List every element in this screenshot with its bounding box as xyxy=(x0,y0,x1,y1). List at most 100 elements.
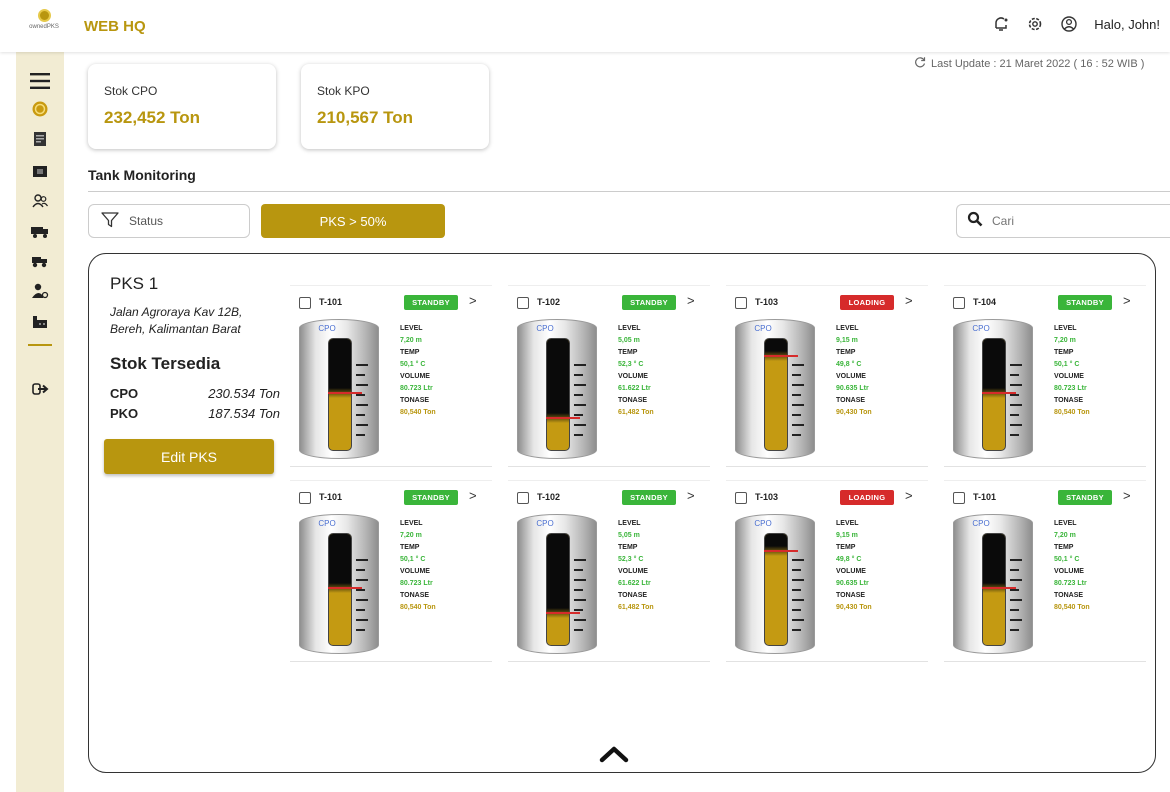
temp-label: TEMP xyxy=(836,544,856,551)
chevron-right-icon[interactable]: > xyxy=(905,488,913,503)
coin-icon[interactable] xyxy=(28,98,52,120)
level-tick xyxy=(792,364,804,366)
level-tick xyxy=(792,404,804,406)
tonase-value: 80,540 Ton xyxy=(1054,409,1090,416)
section-title: Tank Monitoring xyxy=(88,167,196,183)
app-logo[interactable]: ownedPKS xyxy=(24,9,64,30)
tank-checkbox[interactable] xyxy=(735,492,747,504)
tank-checkbox[interactable] xyxy=(735,297,747,309)
logout-icon[interactable] xyxy=(28,378,52,400)
level-tick xyxy=(792,424,804,426)
tank-checkbox[interactable] xyxy=(299,492,311,504)
chevron-right-icon[interactable]: > xyxy=(1123,488,1131,503)
level-label: LEVEL xyxy=(1054,520,1077,527)
level-tick xyxy=(356,579,368,581)
level-tick xyxy=(1010,559,1022,561)
last-update: Last Update : 21 Maret 2022 ( 16 : 52 WI… xyxy=(914,56,1144,71)
tank-id: T-104 xyxy=(973,297,997,307)
tank-level-gauge xyxy=(546,338,570,451)
chevron-right-icon[interactable]: > xyxy=(905,293,913,308)
report-icon[interactable] xyxy=(28,128,52,150)
level-tick xyxy=(1010,364,1022,366)
tank-card[interactable]: T-101 STANDBY > CPO LEVEL 7,20 m TEMP 50… xyxy=(290,285,492,467)
level-tick xyxy=(574,374,583,376)
level-tick xyxy=(1010,569,1019,571)
tank-card[interactable]: T-103 LOADING > CPO LEVEL 9,15 m TEMP 49… xyxy=(726,480,928,662)
tonase-value: 61,482 Ton xyxy=(618,604,654,611)
level-tick xyxy=(792,414,801,416)
collapse-arrow-icon[interactable] xyxy=(599,744,629,764)
pks-address-line1: Jalan Agroraya Kav 12B, xyxy=(110,305,243,319)
level-tick xyxy=(792,589,801,591)
tank-card[interactable]: T-102 STANDBY > CPO LEVEL 5,05 m TEMP 52… xyxy=(508,285,710,467)
tank-checkbox[interactable] xyxy=(299,297,311,309)
truck-icon[interactable] xyxy=(28,220,52,242)
level-tick xyxy=(574,404,586,406)
tank-cylinder: CPO xyxy=(953,319,1033,459)
pks-address-line2: Bereh, Kalimantan Barat xyxy=(110,322,241,336)
tonase-value: 61,482 Ton xyxy=(618,409,654,416)
level-value: 5,05 m xyxy=(618,337,640,344)
chevron-right-icon[interactable]: > xyxy=(1123,293,1131,308)
level-tick xyxy=(1010,619,1022,621)
tonase-label: TONASE xyxy=(836,592,866,599)
tank-card[interactable]: T-101 STANDBY > CPO LEVEL 7,20 m TEMP 50… xyxy=(290,480,492,662)
tank-product-label: CPO xyxy=(972,519,990,528)
chevron-right-icon[interactable]: > xyxy=(469,488,477,503)
pks-filter-button[interactable]: PKS > 50% xyxy=(261,204,445,238)
settings-gear-icon[interactable] xyxy=(1026,15,1044,33)
level-label: LEVEL xyxy=(836,325,859,332)
temp-label: TEMP xyxy=(618,544,638,551)
tank-card[interactable]: T-102 STANDBY > CPO LEVEL 5,05 m TEMP 52… xyxy=(508,480,710,662)
edit-pks-button[interactable]: Edit PKS xyxy=(104,439,274,474)
factory-icon[interactable] xyxy=(28,310,52,332)
level-label: LEVEL xyxy=(836,520,859,527)
level-label: LEVEL xyxy=(400,520,423,527)
status-filter-button[interactable]: Status xyxy=(88,204,250,238)
level-value: 5,05 m xyxy=(618,532,640,539)
tank-level-gauge xyxy=(982,338,1006,451)
tonase-value: 90,430 Ton xyxy=(836,409,872,416)
users-icon[interactable] xyxy=(28,190,52,212)
search-box[interactable] xyxy=(956,204,1170,238)
document-icon[interactable] xyxy=(28,160,52,182)
logo-text: ownedPKS xyxy=(29,24,59,30)
vehicle-icon[interactable] xyxy=(28,250,52,272)
stok-row-pko: PKO 187.534 Ton xyxy=(110,406,280,421)
refresh-icon[interactable] xyxy=(914,56,926,71)
level-marker xyxy=(546,417,580,419)
tank-checkbox[interactable] xyxy=(517,297,529,309)
greeting-text[interactable]: Halo, John! xyxy=(1094,17,1160,32)
search-input[interactable] xyxy=(992,214,1152,228)
user-account-icon[interactable] xyxy=(1060,15,1078,33)
chevron-right-icon[interactable]: > xyxy=(687,293,695,308)
tank-cylinder: CPO xyxy=(517,514,597,654)
level-tick xyxy=(356,414,365,416)
level-tick xyxy=(792,434,801,436)
chevron-right-icon[interactable]: > xyxy=(687,488,695,503)
temp-label: TEMP xyxy=(1054,544,1074,551)
tank-id: T-101 xyxy=(319,297,343,307)
tank-card[interactable]: T-101 STANDBY > CPO LEVEL 7,20 m TEMP 50… xyxy=(944,480,1146,662)
tonase-label: TONASE xyxy=(1054,397,1084,404)
level-tick xyxy=(1010,414,1019,416)
volume-label: VOLUME xyxy=(400,373,430,380)
stock-value: 210,567 Ton xyxy=(317,108,414,127)
tank-checkbox[interactable] xyxy=(953,492,965,504)
chevron-right-icon[interactable]: > xyxy=(469,293,477,308)
level-tick xyxy=(1010,374,1019,376)
user-settings-icon[interactable] xyxy=(28,280,52,302)
level-tick xyxy=(574,619,586,621)
status-badge: STANDBY xyxy=(404,490,458,505)
tank-checkbox[interactable] xyxy=(517,492,529,504)
tank-card[interactable]: T-103 LOADING > CPO LEVEL 9,15 m TEMP 49… xyxy=(726,285,928,467)
status-badge: STANDBY xyxy=(622,295,676,310)
tank-checkbox[interactable] xyxy=(953,297,965,309)
tank-info: LEVEL 7,20 m TEMP 50,1 ° C VOLUME 80.723… xyxy=(1054,518,1090,614)
status-badge: LOADING xyxy=(840,490,894,505)
volume-label: VOLUME xyxy=(618,568,648,575)
menu-icon[interactable] xyxy=(28,70,52,92)
notification-bell-icon[interactable] xyxy=(992,15,1010,33)
tank-card[interactable]: T-104 STANDBY > CPO LEVEL 7,20 m TEMP 50… xyxy=(944,285,1146,467)
temp-label: TEMP xyxy=(836,349,856,356)
